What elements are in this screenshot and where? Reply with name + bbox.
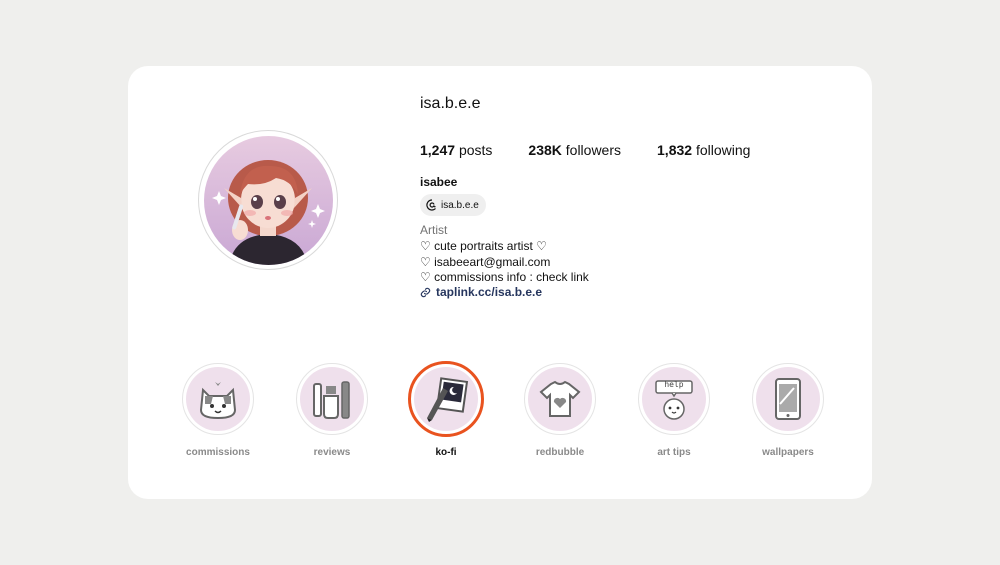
following-stat[interactable]: 1,832 following <box>657 142 750 158</box>
highlight-label: ko-fi <box>435 447 457 458</box>
polaroid-pen-icon <box>414 367 478 431</box>
username: isa.b.e.e <box>420 95 481 112</box>
art-supplies-icon <box>300 367 364 431</box>
following-label: following <box>695 142 751 158</box>
bio: ♡ cute portraits artist ♡ ♡ isabeeart@gm… <box>420 239 589 286</box>
followers-label: followers <box>565 142 622 158</box>
followers-count: 238K <box>528 142 562 158</box>
highlight-label: reviews <box>313 447 351 458</box>
bio-line: ♡ cute portraits artist ♡ <box>420 239 547 253</box>
phone-icon <box>756 367 820 431</box>
profile-avatar[interactable] <box>203 135 333 265</box>
tshirt-icon <box>528 367 592 431</box>
highlight-label: redbubble <box>535 447 585 458</box>
highlight-ring <box>296 363 368 435</box>
threads-badge[interactable]: isa.b.e.e <box>420 194 486 216</box>
cat-icon <box>186 367 250 431</box>
highlight-ring: help <box>638 363 710 435</box>
profile-card: isa.b.e.e 1,247 posts 238K followers 1,8… <box>128 66 872 499</box>
link-icon <box>420 287 431 297</box>
profile-category: Artist <box>420 223 448 237</box>
profile-link[interactable]: taplink.cc/isa.b.e.e <box>420 285 542 299</box>
threads-icon <box>426 199 436 211</box>
profile-stats: 1,247 posts 238K followers 1,832 followi… <box>420 142 786 158</box>
bio-line: ♡ isabeeart@gmail.com <box>420 254 551 269</box>
posts-stat: 1,247 posts <box>420 142 492 158</box>
highlight-label: art tips <box>657 447 691 458</box>
help-speech-text: help <box>664 380 684 389</box>
profile-link-text: taplink.cc/isa.b.e.e <box>436 285 543 299</box>
highlight-ring <box>182 363 254 435</box>
highlight-label: commissions <box>186 447 250 458</box>
highlight-ring-active <box>408 361 484 437</box>
display-name: isabee <box>420 175 458 189</box>
help-ghost-icon: help <box>642 367 706 431</box>
following-count: 1,832 <box>657 142 693 158</box>
followers-stat[interactable]: 238K followers <box>528 142 621 158</box>
posts-count: 1,247 <box>420 142 456 158</box>
posts-label: posts <box>458 142 493 158</box>
highlight-ring <box>752 363 824 435</box>
bio-line: ♡ commissions info : check link <box>420 270 589 284</box>
highlight-label: wallpapers <box>762 447 814 458</box>
threads-handle: isa.b.e.e <box>441 199 479 211</box>
highlight-ring <box>524 363 596 435</box>
profile-avatar-ring[interactable] <box>198 130 338 270</box>
